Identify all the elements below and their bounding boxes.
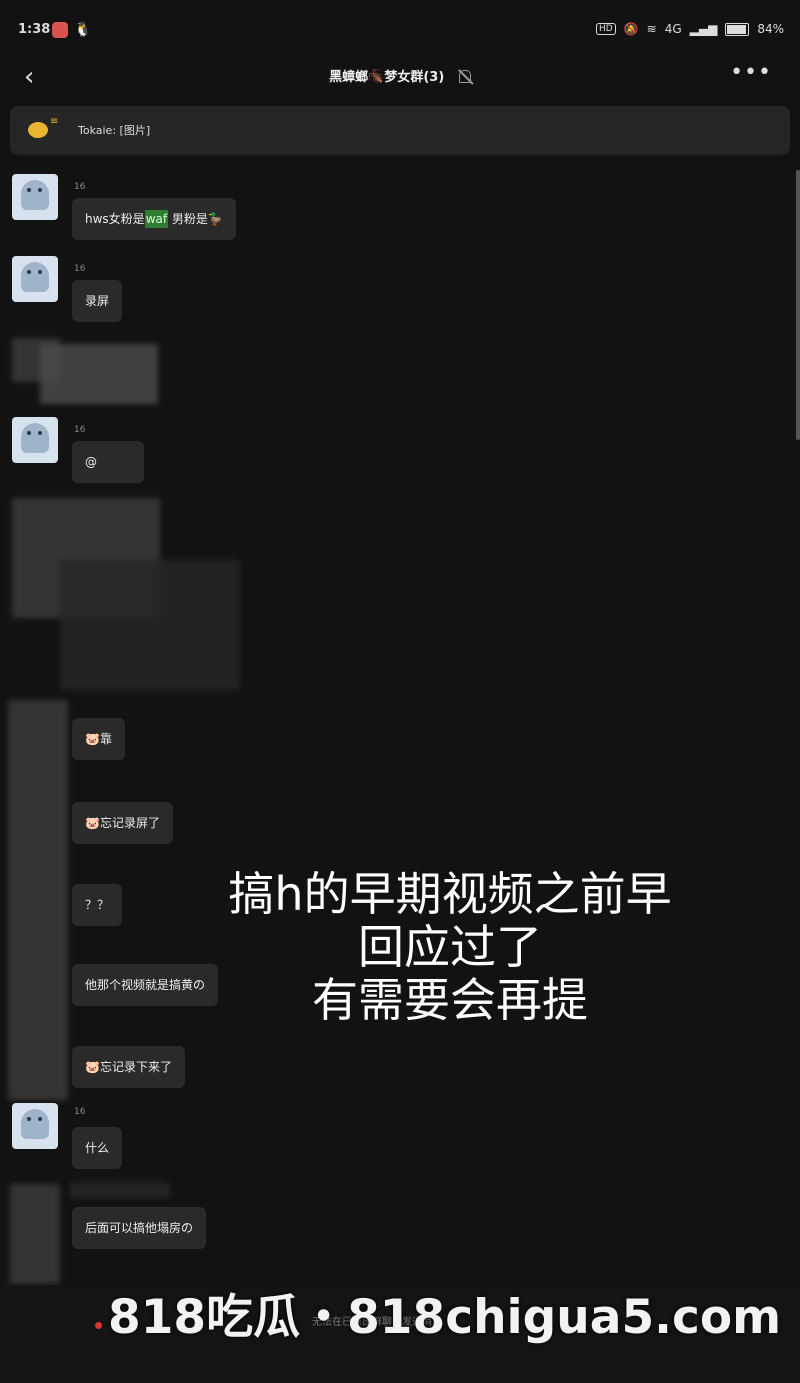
message-bubble[interactable]: ？？	[72, 884, 123, 926]
message-bubble[interactable]: @	[72, 441, 144, 483]
sender-name: 16	[74, 1107, 86, 1117]
status-time: 1:38	[18, 22, 51, 37]
sender-name: 16	[74, 182, 86, 192]
message-text: 🐷靠	[85, 732, 112, 746]
highlighted-text: waf	[144, 210, 169, 228]
chat-header: ‹ 黑蟑螂🪳梦女群(3) •••	[0, 56, 800, 96]
pixelated-avatars	[8, 700, 68, 1100]
chat-title: 黑蟑螂🪳梦女群(3)	[329, 70, 445, 85]
message-text: ？？	[85, 898, 110, 912]
avatar[interactable]	[12, 1103, 58, 1149]
hd-icon: HD	[595, 23, 616, 35]
sender-name: 16	[74, 264, 86, 274]
ghost-avatar-icon	[21, 262, 49, 292]
more-dots-icon[interactable]: •••	[730, 60, 772, 85]
message-text: 🐷忘记录下来了	[85, 1060, 172, 1074]
signal-icon: ▂▄▆	[689, 22, 718, 36]
battery-icon	[725, 22, 750, 36]
message-bubble[interactable]: 🐷忘记录下来了	[72, 1046, 185, 1088]
caption-line: 有需要会再提	[312, 973, 588, 1027]
avatar[interactable]	[12, 256, 58, 302]
message-bubble[interactable]: 什么	[72, 1127, 123, 1169]
battery-percent: 84%	[757, 22, 784, 36]
sender-name: 16	[74, 425, 86, 435]
message-text: 后面可以搞他塌房の	[85, 1221, 194, 1235]
notice-text: Tokaie: [图片]	[78, 124, 151, 137]
network-label: 4G	[664, 22, 682, 36]
status-bar: 1:38 🐧 HD 🔕 ≋ 4G ▂▄▆ 84%	[0, 0, 800, 56]
message-bubble[interactable]: 后面可以搞他塌房の	[72, 1207, 207, 1249]
message-text: 什么	[85, 1141, 110, 1155]
video-caption: 搞h的早期视频之前早 回应过了 有需要会再提	[150, 868, 750, 1027]
qq-notification-icon: 🐧	[74, 22, 92, 38]
ghost-avatar-icon	[21, 423, 49, 453]
pixelated-message	[40, 344, 158, 404]
message-bubble[interactable]: 🐷靠	[72, 718, 125, 760]
scrollbar[interactable]	[796, 170, 800, 440]
ghost-avatar-icon	[21, 180, 49, 210]
wifi-icon: ≋	[646, 22, 657, 36]
mute-icon: 🔕	[623, 22, 639, 36]
pixelated-image	[60, 560, 240, 690]
pixelated-avatar	[10, 1184, 60, 1284]
caption-line: 搞h的早期视频之前早	[228, 867, 672, 921]
avatar[interactable]	[12, 417, 58, 463]
message-bubble[interactable]: 录屏	[72, 280, 123, 322]
watermark-dot-icon	[95, 1322, 102, 1329]
pixelated-name	[70, 1182, 170, 1198]
message-text: 🐷忘记录屏了	[85, 816, 160, 830]
rays-icon: ≡	[50, 116, 59, 127]
chat-bubble-icon	[28, 122, 48, 138]
muted-bell-icon	[458, 70, 471, 83]
message-text: @	[85, 455, 97, 469]
app-notification-icon	[52, 22, 68, 38]
message-bubble[interactable]: hws女粉是waf 男粉是🦆	[72, 198, 236, 240]
message-bubble[interactable]: 🐷忘记录屏了	[72, 802, 173, 844]
message-text: 录屏	[85, 294, 110, 308]
ghost-avatar-icon	[21, 1109, 49, 1139]
message-text: hws女粉是	[85, 212, 145, 226]
site-watermark: 818吃瓜・818chigua5.com	[108, 1290, 782, 1345]
avatar[interactable]	[12, 174, 58, 220]
message-text: 男粉是🦆	[168, 212, 223, 226]
caption-line: 回应过了	[358, 920, 542, 974]
group-notice-bar[interactable]: ≡ Tokaie: [图片]	[10, 106, 790, 154]
